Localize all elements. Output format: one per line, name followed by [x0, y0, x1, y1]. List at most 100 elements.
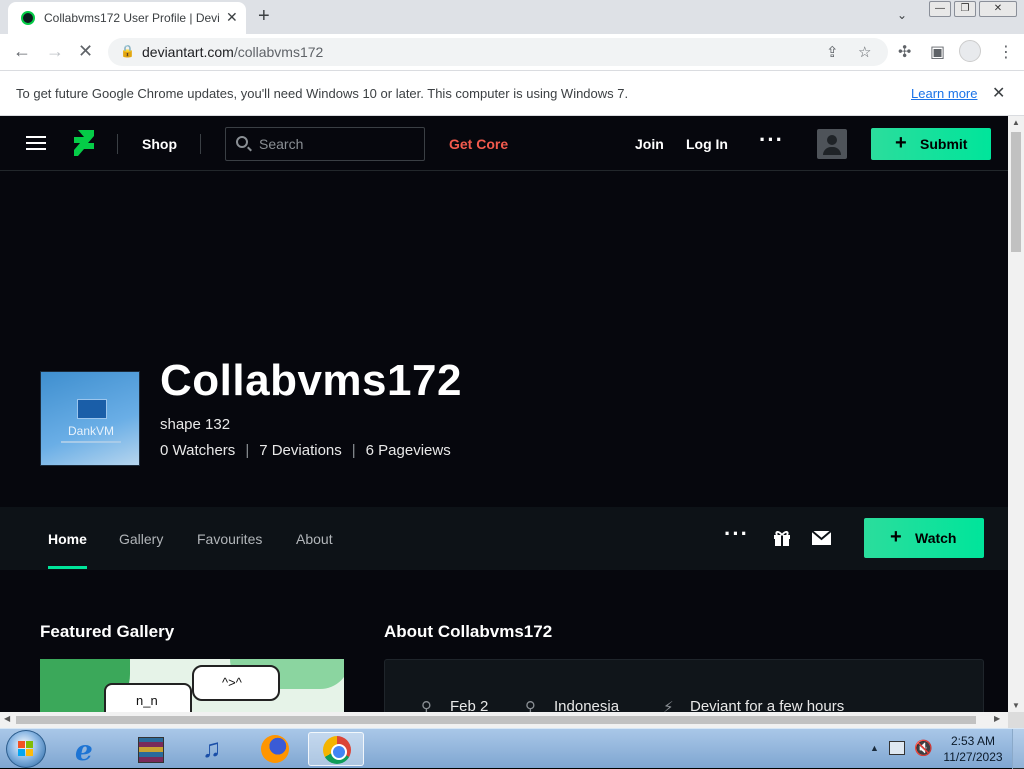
scroll-down-arrow-icon[interactable]: ▼	[1012, 701, 1020, 710]
back-arrow-icon[interactable]: ←	[13, 41, 31, 62]
user-avatar-icon[interactable]	[817, 129, 847, 159]
flag-segment	[18, 749, 25, 756]
profile-avatar[interactable]: DankVM	[40, 371, 140, 466]
get-core-link[interactable]: Get Core	[449, 136, 508, 152]
vertical-scrollbar[interactable]: ▲ ▼	[1008, 116, 1024, 712]
url-domain: deviantart.com	[142, 44, 234, 60]
start-button[interactable]	[6, 730, 46, 768]
lock-icon[interactable]: 🔒	[120, 44, 135, 58]
horizontal-scrollbar[interactable]: ◀ ▶	[0, 712, 1008, 728]
shop-link[interactable]: Shop	[142, 136, 177, 152]
tab-close-icon[interactable]: ✕	[226, 9, 238, 26]
browser-menu-icon[interactable]: ⋮	[998, 42, 1014, 62]
side-panel-icon[interactable]: ▣	[930, 42, 945, 62]
tray-expand-icon[interactable]: ▲	[870, 743, 879, 753]
taskbar-firefox[interactable]	[246, 732, 302, 766]
search-placeholder: Search	[259, 136, 304, 152]
search-input[interactable]: Search	[225, 127, 425, 161]
search-icon	[236, 136, 248, 148]
profile-avatar-icon[interactable]	[959, 40, 981, 62]
plus-icon: +	[895, 132, 907, 154]
header-divider	[200, 134, 201, 154]
taskbar-chrome[interactable]	[308, 732, 364, 766]
infobar-message: To get future Google Chrome updates, you…	[16, 86, 629, 101]
speech-bubble: ^>^	[192, 665, 280, 701]
avatar-text: DankVM	[67, 424, 114, 438]
taskbar-clock[interactable]: 2:53 AM 11/27/2023	[938, 733, 1008, 765]
deviations-count[interactable]: 7 Deviations	[259, 442, 342, 459]
scroll-left-arrow-icon[interactable]: ◀	[4, 714, 10, 723]
windows-logo-icon	[18, 741, 34, 757]
gift-icon[interactable]	[773, 529, 791, 547]
restore-button[interactable]: ❐	[954, 1, 976, 17]
location-pin-icon: ⚲	[525, 699, 536, 712]
new-tab-button[interactable]: +	[258, 5, 270, 28]
window-close-button[interactable]: ✕	[979, 1, 1017, 17]
active-tab-indicator	[48, 566, 87, 569]
taskbar-winrar[interactable]	[122, 732, 178, 766]
network-icon[interactable]	[889, 741, 905, 755]
profile-nav: Home Gallery Favourites About ··· + Watc…	[0, 507, 1008, 570]
url-text[interactable]: deviantart.com/collabvms172	[142, 44, 323, 60]
infobar-close-icon[interactable]: ✕	[992, 83, 1005, 103]
deviantart-favicon-icon	[21, 11, 35, 25]
deviantart-logo-icon[interactable]	[74, 130, 94, 156]
site-header: Shop Search Get Core Join Log In ··· + S…	[0, 116, 1008, 171]
minimize-button[interactable]: —	[929, 1, 951, 17]
share-icon[interactable]: ⇪	[826, 43, 839, 61]
internet-explorer-icon: e	[75, 734, 93, 767]
stop-loading-icon[interactable]: ✕	[78, 41, 93, 62]
tab-about[interactable]: About	[296, 531, 333, 547]
learn-more-link[interactable]: Learn more	[911, 86, 977, 101]
join-link[interactable]: Join	[635, 136, 664, 152]
scrollbar-thumb[interactable]	[1011, 132, 1021, 252]
tab-gallery[interactable]: Gallery	[119, 531, 163, 547]
clock-time: 2:53 AM	[950, 734, 996, 748]
profile-banner	[0, 172, 1008, 507]
about-location: Indonesia	[554, 698, 620, 712]
login-link[interactable]: Log In	[686, 136, 728, 152]
profile-stats: 0 Watchers | 7 Deviations | 6 Pageviews	[160, 442, 451, 459]
itunes-note-icon: ♫	[202, 733, 222, 763]
windows-taskbar: e ♫ ▲ 🔇 2:53 AM 11/27/2023	[0, 728, 1024, 769]
page-viewport: Shop Search Get Core Join Log In ··· + S…	[0, 116, 1008, 712]
taskbar-internet-explorer[interactable]: e	[62, 732, 118, 767]
submit-button[interactable]: + Submit	[871, 128, 991, 160]
mail-icon[interactable]	[812, 531, 831, 545]
featured-gallery-thumbnail[interactable]: n_n ^>^	[40, 659, 344, 712]
cake-icon: ⚲	[421, 699, 432, 712]
speech-bubble: n_n	[104, 683, 192, 712]
about-birthday: Feb 2	[450, 698, 489, 712]
address-bar[interactable]: 🔒 deviantart.com/collabvms172 ⇪ ☆	[108, 38, 888, 66]
winrar-icon	[138, 737, 164, 763]
tab-search-chevron-icon[interactable]: ⌄	[897, 8, 907, 22]
chrome-icon	[323, 736, 351, 764]
scrollbar-corner	[1008, 712, 1024, 728]
taskbar-itunes[interactable]: ♫	[184, 732, 240, 766]
browser-toolbar: ← → ✕ 🔒 deviantart.com/collabvms172 ⇪ ☆ …	[0, 34, 1024, 71]
volume-muted-icon[interactable]: 🔇	[914, 739, 933, 757]
flag-segment	[26, 741, 33, 748]
scrollbar-thumb[interactable]	[16, 716, 976, 724]
clock-date: 11/27/2023	[943, 750, 1003, 764]
browser-tab[interactable]: Collabvms172 User Profile | DeviantArt ✕	[8, 2, 246, 34]
header-divider	[117, 134, 118, 154]
profile-more-icon[interactable]: ···	[724, 521, 749, 547]
scroll-up-arrow-icon[interactable]: ▲	[1012, 118, 1020, 127]
bubble-text: ^>^	[222, 675, 242, 690]
tab-home[interactable]: Home	[48, 531, 87, 547]
tab-favourites[interactable]: Favourites	[197, 531, 262, 547]
stat-separator: |	[245, 442, 250, 459]
browser-tabbar: Collabvms172 User Profile | DeviantArt ✕…	[0, 0, 1024, 34]
forward-arrow-icon[interactable]: →	[46, 41, 64, 62]
watchers-count[interactable]: 0 Watchers	[160, 442, 235, 459]
watch-button[interactable]: + Watch	[864, 518, 984, 558]
bookmark-star-icon[interactable]: ☆	[858, 43, 871, 61]
more-options-icon[interactable]: ···	[759, 127, 784, 153]
extensions-puzzle-icon[interactable]: ✣	[898, 42, 911, 62]
profile-tagline: shape 132	[160, 416, 231, 433]
about-deviant-since: Deviant for a few hours	[690, 698, 845, 712]
hamburger-menu-icon[interactable]	[26, 136, 46, 152]
show-desktop-button[interactable]	[1012, 729, 1024, 769]
scroll-right-arrow-icon[interactable]: ▶	[994, 714, 1000, 723]
